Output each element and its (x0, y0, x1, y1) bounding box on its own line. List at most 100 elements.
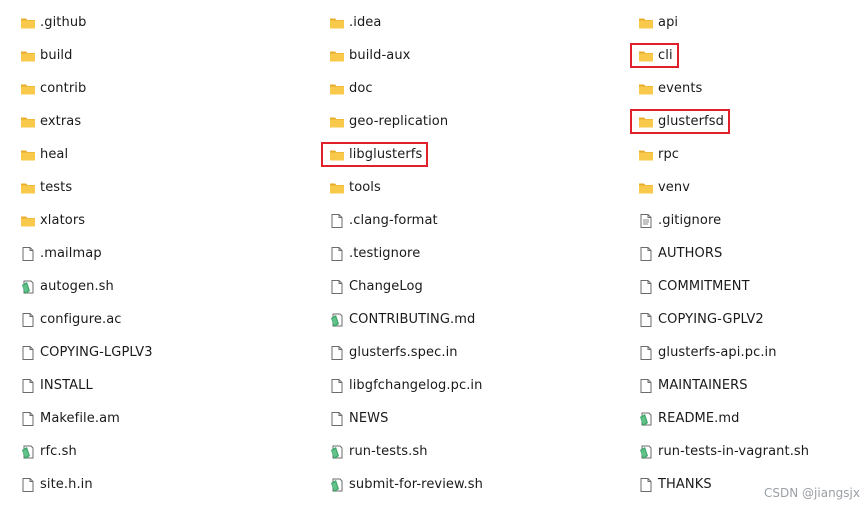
folder-item[interactable]: .idea (329, 6, 483, 39)
file-item[interactable]: glusterfs-api.pc.in (638, 336, 809, 369)
folder-item[interactable]: contrib (20, 72, 153, 105)
item-label: THANKS (658, 477, 712, 492)
item-label: rpc (658, 147, 680, 162)
file-item[interactable]: COMMITMENT (638, 270, 809, 303)
file-item[interactable]: README.md (638, 402, 809, 435)
folder-icon (329, 15, 345, 31)
folder-item[interactable]: tests (20, 171, 153, 204)
file-item[interactable]: .testignore (329, 237, 483, 270)
file-item[interactable]: .mailmap (20, 237, 153, 270)
folder-item[interactable]: rpc (638, 138, 809, 171)
file-icon (329, 213, 345, 229)
file-item[interactable]: Makefile.am (20, 402, 153, 435)
file-item[interactable]: MAINTAINERS (638, 369, 809, 402)
folder-icon (20, 213, 36, 229)
item-label: extras (40, 114, 82, 129)
file-item[interactable]: INSTALL (20, 369, 153, 402)
item-label: .clang-format (349, 213, 438, 228)
file-item[interactable]: glusterfs.spec.in (329, 336, 483, 369)
item-label: heal (40, 147, 69, 162)
folder-item[interactable]: geo-replication (329, 105, 483, 138)
folder-icon (329, 147, 345, 163)
file-icon (20, 345, 36, 361)
item-label: venv (658, 180, 691, 195)
file-icon (20, 411, 36, 427)
file-item[interactable]: libgfchangelog.pc.in (329, 369, 483, 402)
file-icon (638, 345, 654, 361)
folder-item[interactable]: extras (20, 105, 153, 138)
file-icon (329, 378, 345, 394)
folder-item[interactable]: build-aux (329, 39, 483, 72)
file-icon (329, 345, 345, 361)
item-label: .idea (349, 15, 382, 30)
file-item[interactable]: COPYING-LGPLV3 (20, 336, 153, 369)
folder-item[interactable]: glusterfsd (629, 105, 809, 138)
file-grid: .github build contrib extras heal tests xlator… (0, 6, 868, 506)
file-item[interactable]: site.h.in (20, 468, 153, 501)
file-column-1: .github build contrib extras heal tests xlator… (20, 6, 153, 501)
item-label: events (658, 81, 703, 96)
file-item[interactable]: CONTRIBUTING.md (329, 303, 483, 336)
item-label: doc (349, 81, 373, 96)
folder-item[interactable]: tools (329, 171, 483, 204)
file-item[interactable]: ChangeLog (329, 270, 483, 303)
file-icon (20, 477, 36, 493)
folder-item[interactable]: xlators (20, 204, 153, 237)
file-item[interactable]: NEWS (329, 402, 483, 435)
file-icon (638, 477, 654, 493)
file-item[interactable]: configure.ac (20, 303, 153, 336)
item-label: Makefile.am (40, 411, 120, 426)
item-label: configure.ac (40, 312, 122, 327)
script-file-icon (329, 444, 345, 460)
item-label: api (658, 15, 679, 30)
file-column-3: api cli events glusterfsd rpc venv .gitignore A… (629, 6, 809, 501)
item-label: glusterfsd (658, 114, 724, 129)
folder-item[interactable]: events (638, 72, 809, 105)
folder-item[interactable]: doc (329, 72, 483, 105)
folder-item[interactable]: venv (638, 171, 809, 204)
folder-item[interactable]: cli (629, 39, 809, 72)
folder-item[interactable]: .github (20, 6, 153, 39)
folder-icon (329, 180, 345, 196)
script-file-icon (20, 279, 36, 295)
folder-item[interactable]: api (638, 6, 809, 39)
file-item[interactable]: rfc.sh (20, 435, 153, 468)
file-item[interactable]: AUTHORS (638, 237, 809, 270)
folder-icon (20, 48, 36, 64)
folder-icon (20, 81, 36, 97)
item-label: geo-replication (349, 114, 449, 129)
item-label: .gitignore (658, 213, 722, 228)
folder-item[interactable]: libglusterfs (320, 138, 483, 171)
item-label: .testignore (349, 246, 421, 261)
file-item[interactable]: autogen.sh (20, 270, 153, 303)
item-label: xlators (40, 213, 86, 228)
file-item[interactable]: submit-for-review.sh (329, 468, 483, 501)
item-label: submit-for-review.sh (349, 477, 484, 492)
item-label: libgfchangelog.pc.in (349, 378, 483, 393)
folder-item[interactable]: build (20, 39, 153, 72)
folder-item[interactable]: heal (20, 138, 153, 171)
file-item[interactable]: run-tests.sh (329, 435, 483, 468)
folder-icon (20, 180, 36, 196)
file-item[interactable]: .clang-format (329, 204, 483, 237)
folder-icon (20, 147, 36, 163)
file-item[interactable]: COPYING-GPLV2 (638, 303, 809, 336)
folder-icon (329, 114, 345, 130)
file-item[interactable]: run-tests-in-vagrant.sh (638, 435, 809, 468)
folder-icon (638, 114, 654, 130)
file-icon (20, 312, 36, 328)
text-file-icon (638, 213, 654, 229)
item-label: run-tests-in-vagrant.sh (658, 444, 810, 459)
folder-icon (638, 48, 654, 64)
item-label: build-aux (349, 48, 411, 63)
watermark: CSDN @jiangsjx (764, 486, 860, 500)
file-icon (329, 246, 345, 262)
file-icon (638, 279, 654, 295)
item-label: rfc.sh (40, 444, 77, 459)
item-label: glusterfs.spec.in (349, 345, 458, 360)
script-file-icon (638, 411, 654, 427)
file-column-2: .idea build-aux doc geo-replication libglust… (320, 6, 483, 501)
file-item[interactable]: .gitignore (638, 204, 809, 237)
item-label: NEWS (349, 411, 389, 426)
folder-icon (20, 15, 36, 31)
